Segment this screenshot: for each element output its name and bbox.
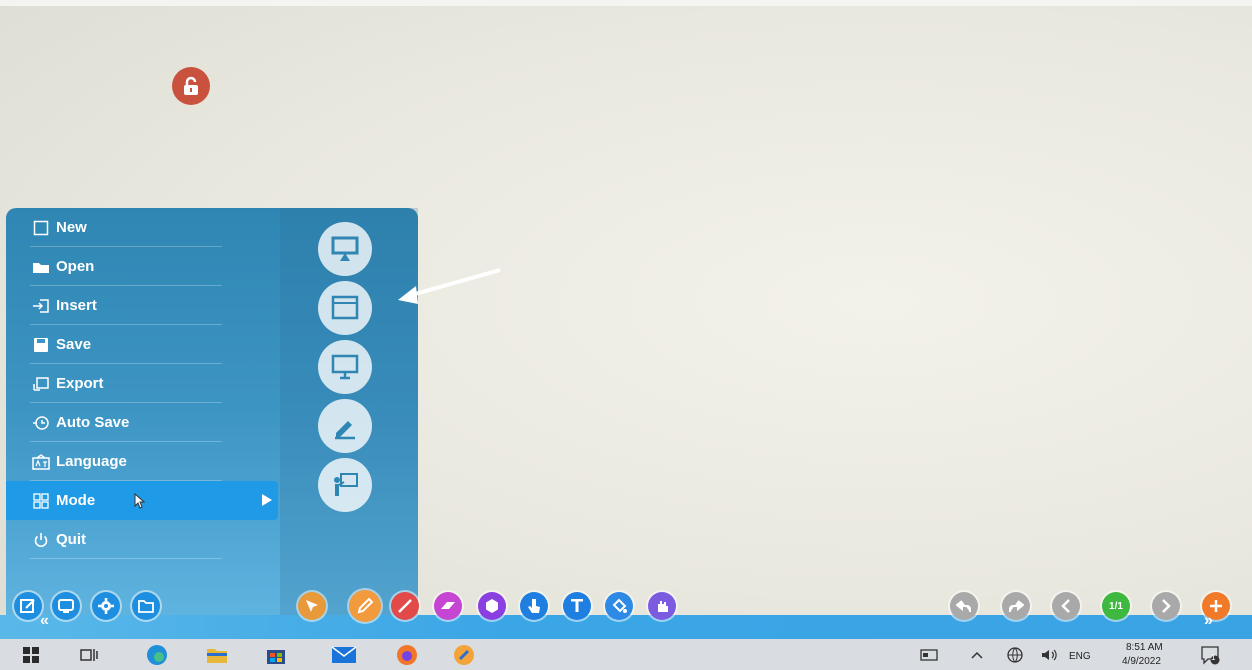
chevron-up-icon[interactable] — [970, 644, 984, 666]
eraser-icon[interactable] — [434, 592, 462, 620]
mouse-cursor-icon — [134, 492, 148, 513]
menu-item-export[interactable]: Export — [6, 364, 278, 403]
screen-top-edge — [0, 0, 1252, 6]
power-icon — [32, 532, 50, 548]
menu-item-label: Auto Save — [56, 414, 130, 431]
menu-item-label: Open — [56, 258, 95, 275]
next-page-icon[interactable] — [1152, 592, 1180, 620]
notification-center-icon[interactable]: 1 — [1198, 644, 1222, 666]
mail-icon[interactable] — [330, 644, 358, 666]
new-file-icon — [32, 220, 50, 236]
whiteboard-app-icon[interactable] — [452, 644, 476, 666]
shape-hexagon-icon[interactable] — [478, 592, 506, 620]
export-icon — [32, 376, 50, 392]
edge-browser-icon[interactable] — [145, 644, 169, 666]
menu-item-label: New — [56, 219, 87, 236]
menu-list: New Open Insert Save Export Auto Save La… — [6, 208, 278, 559]
menu-item-save[interactable]: Save — [6, 325, 278, 364]
menu-item-label: Export — [56, 375, 104, 392]
task-view-icon[interactable] — [78, 644, 100, 666]
menu-item-open[interactable]: Open — [6, 247, 278, 286]
menu-item-label: Language — [56, 453, 127, 470]
submenu-chevron-icon — [262, 494, 272, 506]
collapse-right-icon[interactable]: » — [1204, 612, 1213, 630]
screen-icon[interactable] — [52, 592, 80, 620]
menu-item-label: Save — [56, 336, 92, 353]
taskbar-time[interactable]: 8:51 AM — [1126, 642, 1163, 653]
presentation-board-icon[interactable] — [318, 222, 372, 276]
settings-gear-icon[interactable] — [92, 592, 120, 620]
language-icon — [32, 453, 50, 470]
menu-item-label: Insert — [56, 297, 97, 314]
file-explorer-icon[interactable] — [205, 644, 229, 666]
insert-icon — [32, 298, 50, 314]
folder-icon — [32, 259, 50, 275]
redo-icon[interactable] — [1002, 592, 1030, 620]
hand-drag-icon[interactable] — [648, 592, 676, 620]
line-pen-icon[interactable] — [391, 592, 419, 620]
desktop-monitor-icon[interactable] — [318, 340, 372, 394]
menu-item-label: Quit — [56, 531, 86, 548]
window-mode-icon[interactable] — [318, 281, 372, 335]
menu-item-auto-save[interactable]: Auto Save — [6, 403, 278, 442]
volume-icon[interactable] — [1040, 644, 1060, 666]
taskbar-date[interactable]: 4/9/2022 — [1122, 656, 1161, 667]
menu-item-insert[interactable]: Insert — [6, 286, 278, 325]
firefox-icon[interactable] — [395, 644, 419, 666]
network-globe-icon[interactable] — [1006, 644, 1024, 666]
edit-icon[interactable] — [14, 592, 42, 620]
menu-item-label: Mode — [56, 492, 96, 509]
fill-bucket-icon[interactable] — [605, 592, 633, 620]
keyboard-tray-icon[interactable] — [918, 644, 940, 666]
text-icon[interactable] — [563, 592, 591, 620]
menu-item-mode[interactable]: Mode — [6, 481, 278, 520]
windows-start-icon[interactable] — [20, 644, 42, 666]
menu-item-language[interactable]: Language — [6, 442, 278, 481]
pencil-icon[interactable] — [349, 590, 381, 622]
notification-count: 1 — [1211, 653, 1216, 662]
menu-item-quit[interactable]: Quit — [6, 520, 278, 559]
select-pointer-icon[interactable] — [298, 592, 326, 620]
menu-item-new[interactable]: New — [6, 208, 278, 247]
open-folder-icon[interactable] — [132, 592, 160, 620]
page-indicator[interactable]: 1/1 — [1102, 592, 1130, 620]
undo-icon[interactable] — [950, 592, 978, 620]
windows-taskbar — [0, 639, 1252, 670]
input-language[interactable]: ENG — [1069, 651, 1091, 662]
store-icon[interactable] — [264, 644, 288, 666]
lock-icon[interactable] — [172, 67, 210, 105]
pen-annotate-icon[interactable] — [318, 399, 372, 453]
save-icon — [32, 337, 50, 353]
mode-grid-icon — [32, 492, 50, 509]
teacher-board-icon[interactable] — [318, 458, 372, 512]
previous-page-icon[interactable] — [1052, 592, 1080, 620]
main-menu-panel: New Open Insert Save Export Auto Save La… — [6, 208, 418, 615]
auto-save-icon — [32, 415, 50, 431]
annotation-arrow — [398, 268, 501, 304]
collapse-left-icon[interactable]: « — [40, 612, 49, 630]
hand-touch-icon[interactable] — [520, 592, 548, 620]
